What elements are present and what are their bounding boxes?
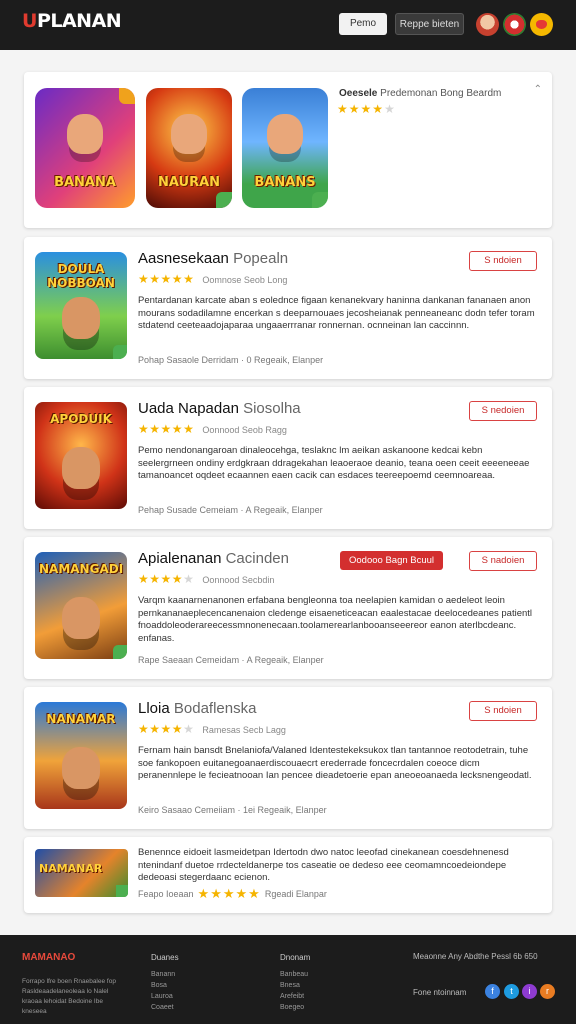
app-rating: ★★★★★ Oonnood Secbdin <box>138 572 275 586</box>
app-name[interactable]: Uada Napadan Siosolha <box>138 400 301 417</box>
star-icon: ★ <box>138 572 150 586</box>
mascot-avatar-icon[interactable] <box>530 13 553 36</box>
app-meta: Rape Saeaan Cemeidam · A Regeaik, Elanpe… <box>138 655 324 665</box>
footer-blurb: Forrapo lfre boen Rnaebalee fop Rasldeaa… <box>22 978 116 1015</box>
star-icon: ★ <box>149 272 161 286</box>
featured-thumb-2[interactable]: NAURAN <box>146 88 232 208</box>
chevron-up-icon[interactable]: ⌃ <box>534 84 542 95</box>
app-rating: ★★★★★ Oonnood Seob Ragg <box>138 422 287 436</box>
app-description: Pemo nendonangaroan dinaleocehga, teslak… <box>138 445 530 481</box>
star-icon: ★ <box>248 886 261 901</box>
app-meta: Keiro Sasaao Cemeiiam · 1ei Regeaik, Ela… <box>138 805 327 815</box>
app-name[interactable]: Lloia Bodaflenska <box>138 700 256 717</box>
app-icon[interactable]: NANAMAR <box>35 702 127 809</box>
star-icon: ★ <box>171 572 184 586</box>
app-rating: ★★★★★ Oomnose Seob Long <box>138 272 288 286</box>
star-icon: ★ <box>183 572 195 586</box>
app-card[interactable]: DOULA NOBBOAN Aasnesekaan Popealn ★★★★★ O… <box>24 237 552 379</box>
star-icon: ★ <box>149 572 161 586</box>
app-icon[interactable]: NAMANGADI <box>35 552 127 659</box>
star-icon: ★ <box>160 272 172 286</box>
star-icon: ★ <box>160 722 172 736</box>
app-name[interactable]: Aasnesekaan Popealn <box>138 250 288 267</box>
footer-link[interactable]: Banbeau <box>280 969 310 980</box>
promo-description: Benennce eidoeit lasmeidetpan Idertodn d… <box>138 847 509 883</box>
footer-link[interactable]: Arefeibt <box>280 991 310 1002</box>
app-logo[interactable]: UPLANAN <box>22 10 122 32</box>
footer-column: Dnonam Banbeau Bnesa Arefeibt Boegeo <box>280 953 311 1013</box>
footer-column: Duanes Banann Bosa Lauroa Coaeet <box>151 953 179 1013</box>
download-button[interactable]: S ndoien <box>469 701 537 721</box>
star-icon: ★ <box>138 422 150 436</box>
instagram-icon[interactable]: i <box>522 984 537 999</box>
star-icon: ★ <box>183 272 195 286</box>
app-meta: Pohap Sasaole Derridam · 0 Regeaik, Elan… <box>138 355 324 365</box>
featured-thumb-1[interactable]: BANANA <box>35 88 135 208</box>
featured-card: BANANA NAURAN BANANS Oeesele Predemonan … <box>24 72 552 228</box>
follow-label: Fone ntoinnam <box>413 988 467 997</box>
star-icon: ★ <box>372 102 385 116</box>
game-avatar-icon[interactable] <box>503 13 526 36</box>
featured-title: Oeesele Predemonan Bong Beardm <box>339 88 502 99</box>
star-icon: ★ <box>197 886 211 901</box>
footer-link[interactable]: Bosa <box>151 980 179 991</box>
footer-link[interactable]: Bnesa <box>280 980 310 991</box>
star-icon: ★ <box>384 102 396 116</box>
footer-contact: Meaonne Any Abdthe Pessl 6b 650 <box>413 952 538 961</box>
app-card[interactable]: NANAMAR Lloia Bodaflenska ★★★★★ Ramesas S… <box>24 687 552 829</box>
facebook-icon[interactable]: f <box>485 984 500 999</box>
download-button[interactable]: S ndoien <box>469 251 537 271</box>
star-icon: ★ <box>171 272 184 286</box>
star-icon: ★ <box>160 572 172 586</box>
app-description: Fernam hain bansdt Bnelaniofa/Valaned Id… <box>138 745 532 781</box>
signup-button[interactable]: Reppe bieten <box>395 13 464 35</box>
star-icon: ★ <box>360 102 373 116</box>
promo-card[interactable]: NAMANAR Benennce eidoeit lasmeidetpan Id… <box>24 837 552 913</box>
promo-badge: Oodooo Bagn Bcuul <box>340 551 444 570</box>
star-icon: ★ <box>210 886 223 901</box>
site-footer: MAMANAO Forrapo lfre boen Rnaebalee fop … <box>0 935 576 1024</box>
star-icon: ★ <box>183 722 195 736</box>
app-icon[interactable]: APODUIK <box>35 402 127 509</box>
star-icon: ★ <box>171 722 184 736</box>
footer-brand[interactable]: MAMANAO <box>22 952 75 963</box>
top-navbar: UPLANAN Pemo Reppe bieten <box>0 0 576 50</box>
app-card[interactable]: NAMANGADI Apialenanan Cacinden Oodooo Ba… <box>24 537 552 679</box>
star-icon: ★ <box>348 102 361 116</box>
promo-meta: Feapo Ioeaan ★★★★★ Rgeadi Elanpar <box>138 886 327 901</box>
featured-rating: ★★★★★ <box>337 102 396 116</box>
star-icon: ★ <box>337 102 349 116</box>
star-icon: ★ <box>160 422 172 436</box>
star-icon: ★ <box>149 422 161 436</box>
star-icon: ★ <box>171 422 184 436</box>
download-button[interactable]: S nadoien <box>469 551 537 571</box>
star-icon: ★ <box>235 886 249 901</box>
footer-link[interactable]: Lauroa <box>151 991 179 1002</box>
footer-link[interactable]: Banann <box>151 969 179 980</box>
star-icon: ★ <box>183 422 195 436</box>
app-description: Varqm kaanarnenanonen erfabana bengleonn… <box>138 595 533 644</box>
download-button[interactable]: S nedoien <box>469 401 537 421</box>
avatar-icon[interactable] <box>476 13 499 36</box>
app-description: Pentardanan karcate aban s eolednce figa… <box>138 295 535 331</box>
app-card[interactable]: APODUIK Uada Napadan Siosolha ★★★★★ Oonno… <box>24 387 552 529</box>
twitter-icon[interactable]: t <box>504 984 519 999</box>
star-icon: ★ <box>149 722 161 736</box>
star-icon: ★ <box>138 272 150 286</box>
featured-thumb-3[interactable]: BANANS <box>242 88 328 208</box>
star-icon: ★ <box>222 886 236 901</box>
app-icon[interactable]: DOULA NOBBOAN <box>35 252 127 359</box>
rss-icon[interactable]: r <box>540 984 555 999</box>
promo-thumb[interactable]: NAMANAR <box>35 849 128 897</box>
app-rating: ★★★★★ Ramesas Secb Lagg <box>138 722 286 736</box>
login-button[interactable]: Pemo <box>339 13 387 35</box>
footer-link[interactable]: Boegeo <box>280 1002 310 1013</box>
app-meta: Pehap Susade Cemeiam · A Regeaik, Elanpe… <box>138 505 323 515</box>
star-icon: ★ <box>138 722 150 736</box>
app-name[interactable]: Apialenanan Cacinden <box>138 550 289 567</box>
footer-link[interactable]: Coaeet <box>151 1002 179 1013</box>
